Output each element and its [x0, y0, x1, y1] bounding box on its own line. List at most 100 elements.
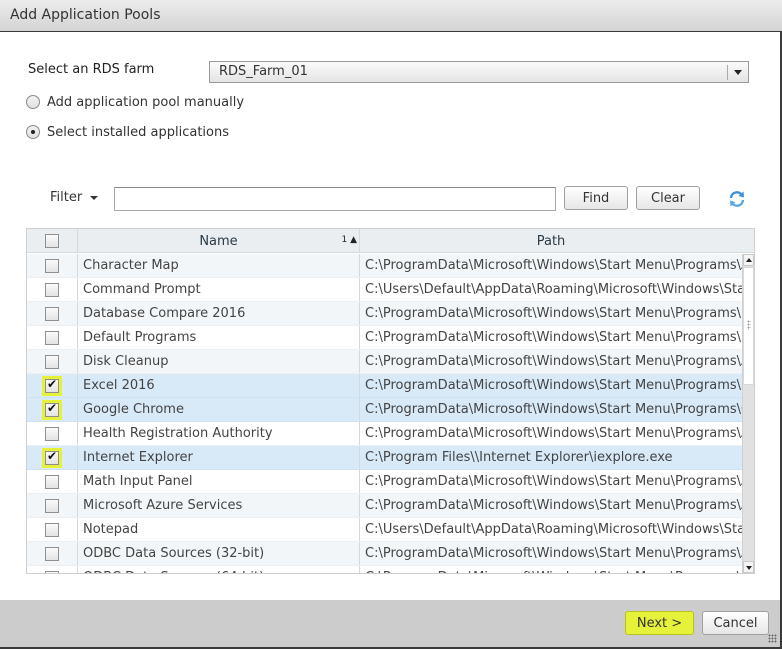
- table-row[interactable]: Math Input Panel C:\ProgramData\Microsoft…: [27, 470, 742, 494]
- row-select-cell: [27, 326, 78, 349]
- row-checkbox[interactable]: [45, 474, 59, 489]
- checkbox-wrapper: [42, 520, 62, 540]
- chevron-down-icon[interactable]: [734, 70, 742, 75]
- row-select-cell: [27, 302, 78, 325]
- row-select-cell: [27, 278, 78, 301]
- clear-button[interactable]: Clear: [636, 186, 700, 210]
- row-checkbox[interactable]: [45, 498, 59, 513]
- applications-grid: Name 1 ▲ Path Character Map C:\ProgramDat…: [26, 228, 755, 574]
- app-name-cell: Excel 2016: [78, 374, 360, 397]
- app-name-cell: ODBC Data Sources (32-bit): [78, 542, 360, 565]
- table-row[interactable]: Internet Explorer C:\Program Files\\Inter…: [27, 446, 742, 470]
- row-select-cell: [27, 254, 78, 277]
- row-checkbox[interactable]: [45, 258, 59, 273]
- table-row[interactable]: Microsoft Azure Services C:\ProgramData\M…: [27, 494, 742, 518]
- scrollbar-thumb[interactable]: [743, 267, 754, 385]
- app-path-cell: C:\ProgramData\Microsoft\Windows\Start M…: [365, 258, 742, 273]
- app-name-cell: Microsoft Azure Services: [78, 494, 360, 517]
- app-path-cell: C:\ProgramData\Microsoft\Windows\Start M…: [365, 426, 742, 441]
- checkbox-wrapper: [42, 544, 62, 564]
- row-select-cell: [27, 374, 78, 397]
- row-select-cell: [27, 542, 78, 565]
- checkbox-wrapper: [42, 280, 62, 300]
- column-header-name[interactable]: Name 1 ▲: [78, 229, 360, 253]
- table-row[interactable]: Health Registration Authority C:\ProgramD…: [27, 422, 742, 446]
- scroll-up-icon[interactable]: [743, 254, 754, 266]
- checkbox-wrapper: [42, 375, 62, 396]
- column-header-name-label: Name: [199, 233, 238, 249]
- radio-button[interactable]: [26, 95, 40, 109]
- scroll-down-icon[interactable]: [743, 561, 754, 573]
- table-row[interactable]: Character Map C:\ProgramData\Microsoft\Wi…: [27, 254, 742, 278]
- row-checkbox[interactable]: [45, 330, 59, 345]
- checkbox-wrapper: [42, 399, 62, 420]
- row-select-cell: [27, 350, 78, 373]
- row-checkbox[interactable]: [45, 282, 59, 297]
- grid-header: Name 1 ▲ Path: [27, 229, 754, 253]
- radio-select-installed[interactable]: Select installed applications: [26, 123, 229, 141]
- table-row[interactable]: Default Programs C:\ProgramData\Microsoft…: [27, 326, 742, 350]
- app-path-cell: C:\ProgramData\Microsoft\Windows\Start M…: [365, 474, 742, 489]
- app-name-cell: Default Programs: [78, 326, 360, 349]
- radio-add-manually[interactable]: Add application pool manually: [26, 93, 244, 111]
- table-row[interactable]: Google Chrome C:\ProgramData\Microsoft\Wi…: [27, 398, 742, 422]
- row-checkbox[interactable]: [45, 570, 59, 573]
- caret-down-icon: [90, 195, 99, 200]
- table-row[interactable]: Notepad C:\Users\Default\AppData\Roaming\…: [27, 518, 742, 542]
- app-name-cell: Internet Explorer: [78, 446, 360, 469]
- checkbox-wrapper: [42, 328, 62, 348]
- app-path-cell: C:\ProgramData\Microsoft\Windows\Start M…: [365, 354, 742, 369]
- column-header-path[interactable]: Path: [360, 229, 742, 253]
- row-checkbox-checked[interactable]: [45, 377, 59, 393]
- select-all-checkbox[interactable]: [45, 234, 59, 248]
- checkbox-wrapper: [42, 568, 62, 573]
- table-row[interactable]: ODBC Data Sources (64-bit)C:\ProgramData…: [27, 566, 742, 573]
- app-path-cell: C:\ProgramData\Microsoft\Windows\Start M…: [365, 402, 742, 417]
- filter-menu[interactable]: Filter: [50, 190, 99, 205]
- app-path-cell: C:\ProgramData\Microsoft\Windows\Start M…: [365, 330, 742, 345]
- grip-icon: [747, 320, 751, 330]
- row-checkbox-checked[interactable]: [45, 449, 59, 465]
- row-select-cell: [27, 398, 78, 421]
- table-row[interactable]: Command Prompt C:\Users\Default\AppData\R…: [27, 278, 742, 302]
- checkbox-wrapper: [42, 496, 62, 516]
- radio-label: Add application pool manually: [47, 94, 245, 110]
- app-name-cell: Character Map: [78, 254, 360, 277]
- app-name-cell: Disk Cleanup: [78, 350, 360, 373]
- select-all-cell: [27, 229, 78, 253]
- table-row[interactable]: Disk Cleanup C:\ProgramData\Microsoft\Win…: [27, 350, 742, 374]
- farm-select[interactable]: RDS_Farm_01: [209, 61, 749, 83]
- checkbox-wrapper: [42, 424, 62, 444]
- refresh-icon[interactable]: [728, 190, 746, 208]
- app-name-cell: Google Chrome: [78, 398, 360, 421]
- app-name-cell: Health Registration Authority: [78, 422, 360, 445]
- farm-select-value: RDS_Farm_01: [219, 64, 308, 79]
- app-path-cell: C:\Program Files\\Internet Explorer\iexp…: [365, 450, 673, 465]
- table-row[interactable]: ODBC Data Sources (32-bit) C:\ProgramData…: [27, 542, 742, 566]
- row-checkbox[interactable]: [45, 354, 59, 369]
- row-checkbox[interactable]: [45, 426, 59, 441]
- window-title: Add Application Pools: [10, 7, 161, 23]
- title-bar[interactable]: Add Application Pools: [0, 0, 782, 32]
- table-row[interactable]: Database Compare 2016 C:\ProgramData\Micr…: [27, 302, 742, 326]
- row-checkbox[interactable]: [45, 306, 59, 321]
- find-button[interactable]: Find: [564, 186, 628, 210]
- farm-label: Select an RDS farm: [28, 62, 155, 77]
- resize-grip-icon[interactable]: [768, 634, 777, 643]
- app-path-cell: C:\Users\Default\AppData\Roaming\Microso…: [365, 522, 742, 537]
- sort-ascending-icon: 1 ▲: [341, 235, 357, 245]
- app-path-cell: C:\ProgramData\Microsoft\Windows\Start M…: [360, 566, 742, 573]
- app-path-cell: C:\ProgramData\Microsoft\Windows\Start M…: [365, 546, 742, 561]
- next-button[interactable]: Next >: [625, 611, 694, 635]
- filter-input[interactable]: [114, 187, 556, 211]
- table-row[interactable]: Excel 2016 C:\ProgramData\Microsoft\Windo…: [27, 374, 742, 398]
- row-checkbox[interactable]: [45, 522, 59, 537]
- row-checkbox-checked[interactable]: [45, 401, 59, 417]
- row-checkbox[interactable]: [45, 546, 59, 561]
- radio-button-selected[interactable]: [26, 125, 40, 139]
- vertical-scrollbar[interactable]: [742, 254, 754, 573]
- column-header-path-label: Path: [536, 233, 566, 249]
- app-path-cell: C:\ProgramData\Microsoft\Windows\Start M…: [365, 498, 742, 513]
- cancel-button[interactable]: Cancel: [702, 611, 769, 635]
- dropdown-separator: [727, 65, 728, 80]
